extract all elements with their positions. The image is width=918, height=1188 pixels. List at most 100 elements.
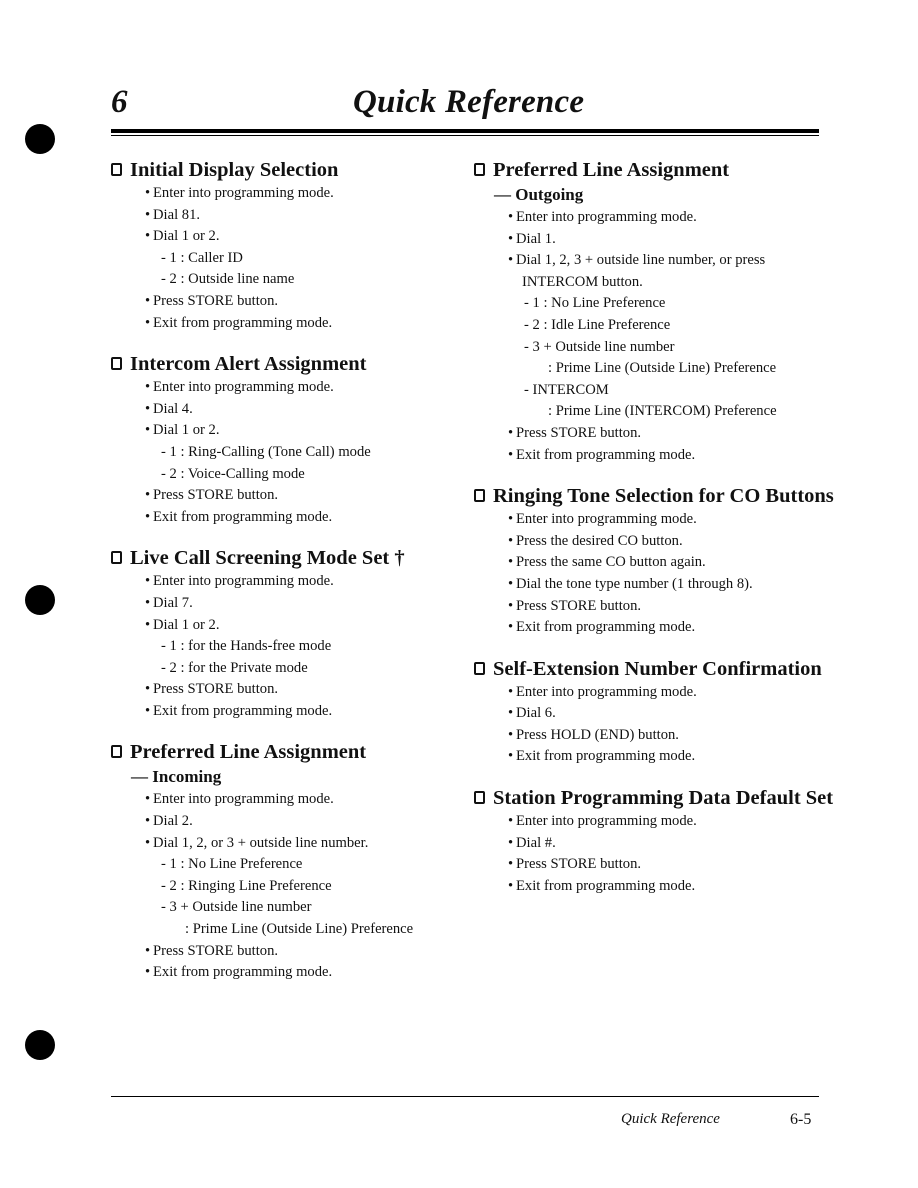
page-number: 6-5	[790, 1111, 812, 1128]
step-text: Dial #.	[516, 834, 556, 851]
section-title: Preferred Line Assignment	[493, 159, 730, 181]
step-text: Enter into programming mode.	[516, 683, 697, 700]
bullet-icon: •	[145, 228, 151, 245]
binder-hole-top	[25, 124, 55, 154]
step-text: Press HOLD (END) button.	[516, 726, 679, 743]
step-text: : Prime Line (Outside Line) Preference	[548, 360, 777, 377]
option-description: : Prime Line (Outside Line) Preference	[474, 358, 834, 380]
bullet-icon: •	[145, 594, 151, 611]
step-text: Dial 1.	[516, 230, 556, 247]
option-item: - 2 : for the Private mode	[111, 658, 461, 680]
step-text: Dial 6.	[516, 705, 556, 722]
section-title: Self-Extension Number Confirmation	[493, 657, 822, 680]
section-heading: Initial Display Selection	[111, 158, 461, 182]
step-text: - 1 : No Line Preference	[161, 856, 303, 873]
bullet-icon: •	[145, 702, 151, 719]
option-item: - 2 : Ringing Line Preference	[111, 876, 461, 898]
step-item: • Exit from programming mode.	[111, 962, 461, 984]
section: Preferred Line Assignment — Outgoing • Ente…	[474, 158, 834, 466]
section-heading: Intercom Alert Assignment	[111, 352, 461, 376]
section: Live Call Screening Mode Set † • Enter int…	[111, 546, 461, 722]
step-item: • Dial 7.	[111, 593, 461, 615]
bullet-icon: •	[145, 206, 151, 223]
chapter-number: 6	[111, 84, 128, 120]
bullet-icon: •	[145, 487, 151, 504]
option-item: - INTERCOM	[474, 380, 834, 402]
step-item: • Dial 1 or 2.	[111, 226, 461, 248]
option-item: - 2 : Idle Line Preference	[474, 315, 834, 337]
step-item: • Dial 1 or 2.	[111, 420, 461, 442]
step-text: Dial 81.	[153, 206, 201, 223]
bullet-icon: •	[508, 619, 514, 636]
step-item: • Exit from programming mode.	[111, 701, 461, 723]
chapter-title: Quick Reference	[353, 84, 585, 120]
section: Ringing Tone Selection for CO Buttons • En…	[474, 484, 834, 639]
binder-hole-bottom	[25, 1030, 55, 1060]
step-item: • Dial 1, 2, 3 + outside line number, or …	[474, 250, 834, 272]
step-item: • Enter into programming mode.	[474, 509, 834, 531]
step-list: • Enter into programming mode. • Press the …	[474, 509, 834, 639]
step-item: • Press STORE button.	[474, 596, 834, 618]
step-text: : Prime Line (INTERCOM) Preference	[548, 403, 777, 420]
section-heading: Station Programming Data Default Set	[474, 786, 834, 810]
checkbox-square-icon	[474, 163, 485, 176]
step-text: Enter into programming mode.	[516, 511, 697, 528]
step-item: • Enter into programming mode.	[111, 571, 461, 593]
step-text: - 1 : for the Hands-free mode	[161, 638, 332, 655]
step-text: - 3 + Outside line number	[524, 338, 675, 355]
bullet-icon: •	[508, 209, 514, 225]
option-item: - 1 : Ring-Calling (Tone Call) mode	[111, 442, 461, 464]
step-text: Press STORE button.	[153, 487, 279, 504]
section-heading: Live Call Screening Mode Set †	[111, 546, 461, 570]
step-item: • Dial 1, 2, or 3 + outside line number.	[111, 833, 461, 855]
bullet-icon: •	[508, 683, 514, 700]
checkbox-square-icon	[111, 163, 122, 176]
step-list: • Enter into programming mode. • Dial 4. • Di…	[111, 377, 461, 528]
step-item: • Exit from programming mode.	[474, 876, 834, 898]
bullet-icon: •	[508, 813, 514, 830]
step-item: • Press STORE button.	[474, 854, 834, 876]
step-list: • Enter into programming mode. • Dial 81. • D…	[111, 183, 461, 334]
binder-hole-middle	[25, 585, 55, 615]
step-list: • Enter into programming mode. • Dial 1. • Di…	[474, 207, 834, 466]
step-text: - 3 + Outside line number	[161, 899, 312, 916]
step-text: Enter into programming mode.	[153, 185, 334, 201]
step-item: • Dial 1.	[474, 229, 834, 251]
step-item: • Dial the tone type number (1 through 8)…	[474, 574, 834, 596]
step-item: • Enter into programming mode.	[474, 207, 834, 229]
step-text: Press the desired CO button.	[516, 532, 683, 549]
checkbox-square-icon	[474, 791, 485, 805]
option-item: - 1 : Caller ID	[111, 248, 461, 270]
bullet-icon: •	[145, 616, 151, 633]
section: Initial Display Selection • Enter into pro…	[111, 158, 461, 334]
step-text: - 1 : No Line Preference	[524, 295, 666, 312]
step-text: - 2 : Idle Line Preference	[524, 316, 671, 333]
bullet-icon: •	[508, 424, 514, 441]
step-text: Dial 1, 2, 3 + outside line number, or p…	[516, 252, 766, 269]
step-item: • Dial 4.	[111, 399, 461, 421]
bullet-icon: •	[508, 252, 514, 269]
step-text: - 1 : Caller ID	[161, 249, 243, 266]
step-item: • Dial #.	[474, 833, 834, 855]
step-text: Dial 1 or 2.	[153, 228, 220, 245]
step-item: • Press STORE button.	[474, 423, 834, 445]
step-text: Dial 1 or 2.	[153, 616, 220, 633]
section-heading: Preferred Line Assignment	[474, 158, 834, 182]
bullet-icon: •	[145, 573, 151, 590]
checkbox-square-icon	[474, 489, 485, 503]
bullet-icon: •	[508, 554, 514, 571]
step-text: Press the same CO button again.	[516, 554, 706, 571]
step-item: • Exit from programming mode.	[111, 507, 461, 529]
bullet-icon: •	[145, 834, 151, 851]
step-text: Press STORE button.	[516, 424, 642, 441]
step-item: • Press STORE button.	[111, 291, 461, 313]
bullet-icon: •	[508, 834, 514, 851]
step-list: • Enter into programming mode. • Dial #. • Pr…	[474, 811, 834, 897]
step-item: • Dial 1 or 2.	[111, 615, 461, 637]
section: Self-Extension Number Confirmation • Enter…	[474, 657, 834, 768]
step-text: Enter into programming mode.	[153, 573, 334, 590]
bullet-icon: •	[145, 292, 151, 309]
step-item: • Enter into programming mode.	[111, 789, 461, 811]
